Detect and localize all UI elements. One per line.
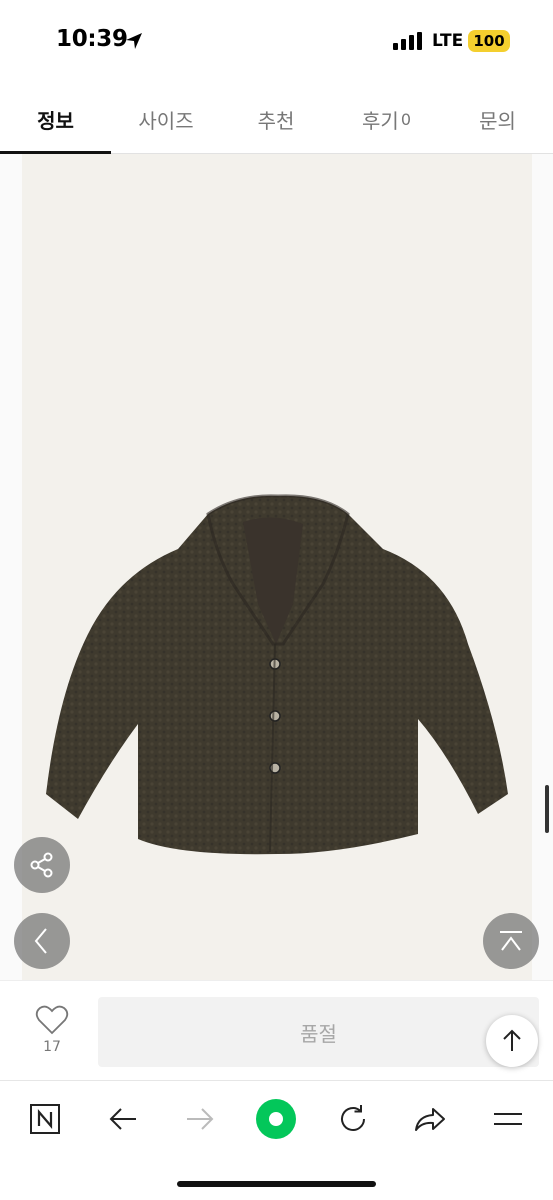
prev-image-button[interactable]: [14, 913, 70, 969]
scroll-top-icon: [500, 931, 522, 951]
menu-icon: [494, 1113, 522, 1125]
scroll-top-button[interactable]: [483, 913, 539, 969]
tab-reviews[interactable]: 후기 0: [331, 84, 442, 154]
naver-home-button[interactable]: [25, 1099, 65, 1139]
like-count: 17: [43, 1039, 61, 1055]
share-button[interactable]: [14, 837, 70, 893]
arrow-up-icon: [503, 1029, 521, 1051]
chevron-left-icon: [34, 928, 47, 954]
product-image-area: [0, 154, 553, 980]
battery-indicator: 100: [468, 30, 510, 52]
product-image[interactable]: [22, 154, 532, 980]
forward-arrow-icon: [187, 1108, 214, 1130]
location-arrow-icon: [126, 33, 142, 49]
soldout-button[interactable]: 품절: [98, 997, 539, 1067]
like-button[interactable]: 17: [28, 1005, 76, 1065]
jacket-image: [46, 494, 508, 855]
reload-button[interactable]: [333, 1099, 373, 1139]
tab-inquiry[interactable]: 문의: [442, 84, 553, 154]
network-type: LTE: [432, 31, 464, 51]
reload-icon: [341, 1105, 365, 1131]
forward-button[interactable]: [180, 1099, 220, 1139]
back-button[interactable]: [103, 1099, 143, 1139]
status-bar: 10:39 LTE 100: [0, 0, 553, 84]
green-dot-icon: [256, 1099, 296, 1139]
review-count: 0: [400, 109, 411, 129]
share-arrow-icon: [415, 1108, 445, 1131]
share-page-button[interactable]: [410, 1099, 450, 1139]
tab-bar: 정보 사이즈 추천 후기 0 문의: [0, 84, 553, 154]
scrollbar[interactable]: [545, 785, 549, 833]
tab-info[interactable]: 정보: [0, 84, 111, 154]
tab-recommend[interactable]: 추천: [221, 84, 331, 154]
naver-n-icon: [30, 1104, 60, 1134]
tab-size[interactable]: 사이즈: [111, 84, 221, 154]
green-dot-button[interactable]: [254, 1097, 298, 1141]
share-icon: [30, 852, 53, 878]
purchase-bar: 17 품절: [0, 980, 553, 1080]
menu-button[interactable]: [488, 1099, 528, 1139]
scroll-up-button[interactable]: [486, 1015, 538, 1067]
signal-icon: [393, 32, 422, 50]
home-indicator: [177, 1181, 376, 1187]
heart-icon: [35, 1005, 69, 1035]
back-arrow-icon: [109, 1108, 136, 1130]
soldout-label: 품절: [300, 1021, 337, 1046]
status-time: 10:39: [56, 26, 128, 52]
